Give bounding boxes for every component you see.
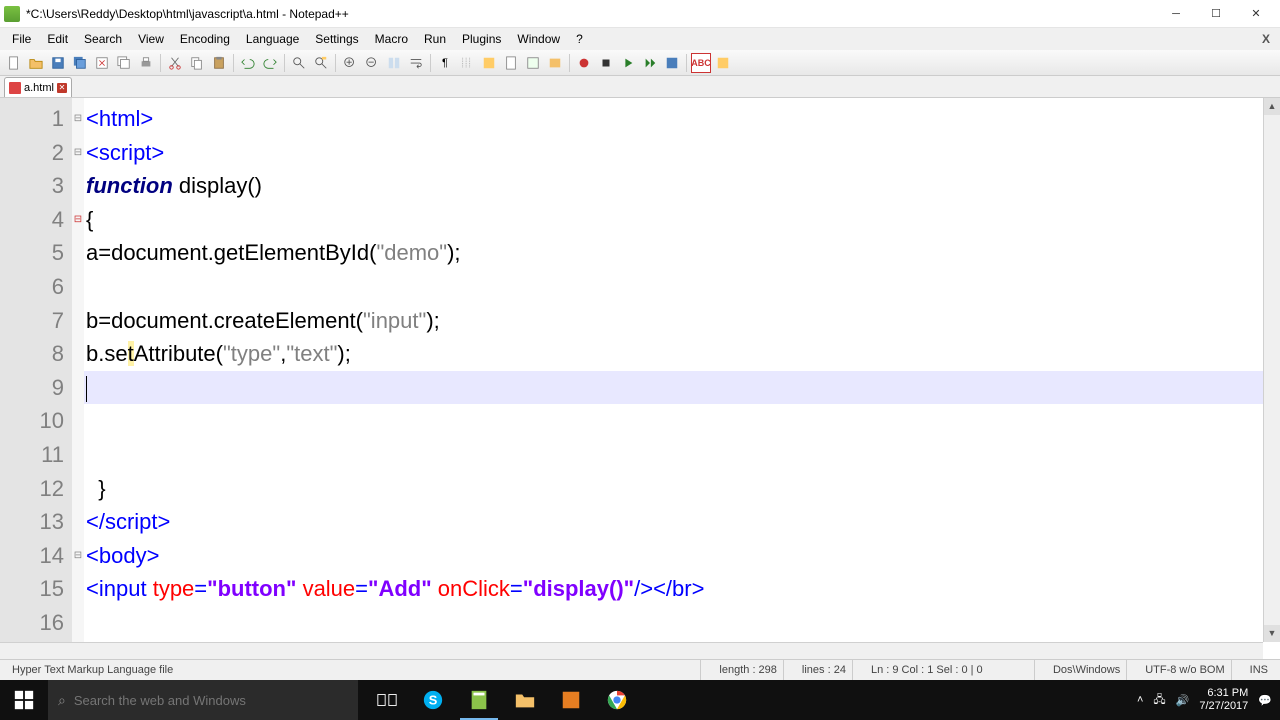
clock[interactable]: 6:31 PM 7/27/2017 <box>1199 687 1248 713</box>
window-title: *C:\Users\Reddy\Desktop\html\javascript\… <box>26 7 1156 21</box>
menu-plugins[interactable]: Plugins <box>454 30 509 48</box>
status-position: Ln : 9 Col : 1 Sel : 0 | 0 <box>865 660 1035 680</box>
new-file-icon[interactable] <box>4 53 24 73</box>
doc-map-icon[interactable] <box>501 53 521 73</box>
play-macro-icon[interactable] <box>618 53 638 73</box>
wrap-icon[interactable] <box>406 53 426 73</box>
windows-taskbar: ⌕ S ˄ 🖧 🔊 6:31 PM 7/27/2017 💬 <box>0 680 1280 720</box>
menu-bar: File Edit Search View Encoding Language … <box>0 28 1280 50</box>
copy-icon[interactable] <box>187 53 207 73</box>
menu-run[interactable]: Run <box>416 30 454 48</box>
task-view-icon[interactable] <box>364 680 410 720</box>
spellcheck-icon[interactable]: ABC <box>691 53 711 73</box>
tab-close-icon[interactable]: ✕ <box>57 83 67 93</box>
close-button[interactable]: ✕ <box>1236 0 1276 28</box>
run-multi-icon[interactable] <box>640 53 660 73</box>
svg-text:S: S <box>429 693 438 708</box>
vertical-scrollbar[interactable]: ▲ ▼ <box>1263 98 1280 642</box>
menu-view[interactable]: View <box>130 30 172 48</box>
task-list: S <box>364 680 640 720</box>
menu-macro[interactable]: Macro <box>367 30 416 48</box>
notifications-icon[interactable]: 💬 <box>1258 694 1272 707</box>
network-icon[interactable]: 🖧 <box>1153 691 1165 710</box>
app-notepadpp[interactable] <box>456 680 502 720</box>
title-bar: *C:\Users\Reddy\Desktop\html\javascript\… <box>0 0 1280 28</box>
menu-help[interactable]: ? <box>568 30 591 48</box>
status-length: length : 298 <box>713 660 784 680</box>
tab-label: a.html <box>24 82 54 94</box>
status-eol[interactable]: Dos\Windows <box>1047 660 1127 680</box>
code-area[interactable]: <html> <script> function display() { a=d… <box>84 98 1280 642</box>
cut-icon[interactable] <box>165 53 185 73</box>
open-file-icon[interactable] <box>26 53 46 73</box>
tab-a-html[interactable]: a.html ✕ <box>4 77 72 97</box>
menu-language[interactable]: Language <box>238 30 307 48</box>
status-language: Hyper Text Markup Language file <box>6 660 701 680</box>
undo-icon[interactable] <box>238 53 258 73</box>
func-list-icon[interactable] <box>523 53 543 73</box>
line-gutter: 12345678910111213141516 <box>0 98 72 642</box>
start-button[interactable] <box>0 680 48 720</box>
indent-guide-icon[interactable] <box>457 53 477 73</box>
fold-column[interactable]: ⊟⊟ ⊟ ⊟ <box>72 98 84 642</box>
scroll-down-icon[interactable]: ▼ <box>1264 625 1280 642</box>
search-input[interactable] <box>74 693 348 708</box>
save-macro-icon[interactable] <box>662 53 682 73</box>
app-file-explorer[interactable] <box>502 680 548 720</box>
zoom-in-icon[interactable] <box>340 53 360 73</box>
taskbar-search[interactable]: ⌕ <box>48 680 358 720</box>
text-caret <box>86 376 87 402</box>
spellcheck-toggle-icon[interactable] <box>713 53 733 73</box>
folder-tree-icon[interactable] <box>545 53 565 73</box>
stop-macro-icon[interactable] <box>596 53 616 73</box>
app-browser[interactable] <box>548 680 594 720</box>
app-skype[interactable]: S <box>410 680 456 720</box>
replace-icon[interactable] <box>311 53 331 73</box>
close-all-icon[interactable] <box>114 53 134 73</box>
paste-icon[interactable] <box>209 53 229 73</box>
volume-icon[interactable]: 🔊 <box>1176 694 1190 707</box>
menu-settings[interactable]: Settings <box>307 30 366 48</box>
find-icon[interactable] <box>289 53 309 73</box>
zoom-out-icon[interactable] <box>362 53 382 73</box>
save-all-icon[interactable] <box>70 53 90 73</box>
close-file-icon[interactable] <box>92 53 112 73</box>
status-insert-mode[interactable]: INS <box>1244 660 1274 680</box>
print-icon[interactable] <box>136 53 156 73</box>
menu-edit[interactable]: Edit <box>39 30 76 48</box>
tab-bar: a.html ✕ <box>0 76 1280 98</box>
sync-scroll-icon[interactable] <box>384 53 404 73</box>
menu-search[interactable]: Search <box>76 30 130 48</box>
mdi-close-button[interactable]: X <box>1256 32 1276 46</box>
status-bar: Hyper Text Markup Language file length :… <box>0 659 1280 680</box>
menu-encoding[interactable]: Encoding <box>172 30 238 48</box>
minimize-button[interactable]: ─ <box>1156 0 1196 28</box>
status-encoding[interactable]: UTF-8 w/o BOM <box>1139 660 1231 680</box>
tray-up-icon[interactable]: ˄ <box>1137 694 1143 706</box>
app-icon <box>4 6 20 22</box>
horizontal-scrollbar[interactable] <box>0 642 1263 659</box>
editor[interactable]: 12345678910111213141516 ⊟⊟ ⊟ ⊟ <html> <s… <box>0 98 1280 642</box>
maximize-button[interactable]: ☐ <box>1196 0 1236 28</box>
status-lines: lines : 24 <box>796 660 853 680</box>
toolbar: ¶ ABC <box>0 50 1280 76</box>
search-icon: ⌕ <box>58 692 66 709</box>
user-lang-icon[interactable] <box>479 53 499 73</box>
menu-file[interactable]: File <box>4 30 39 48</box>
system-tray[interactable]: ˄ 🖧 🔊 6:31 PM 7/27/2017 💬 <box>1129 687 1280 713</box>
menu-window[interactable]: Window <box>509 30 568 48</box>
save-icon[interactable] <box>48 53 68 73</box>
scroll-up-icon[interactable]: ▲ <box>1264 98 1280 115</box>
show-all-chars-icon[interactable]: ¶ <box>435 53 455 73</box>
file-modified-icon <box>9 82 21 94</box>
app-chrome[interactable] <box>594 680 640 720</box>
record-macro-icon[interactable] <box>574 53 594 73</box>
redo-icon[interactable] <box>260 53 280 73</box>
